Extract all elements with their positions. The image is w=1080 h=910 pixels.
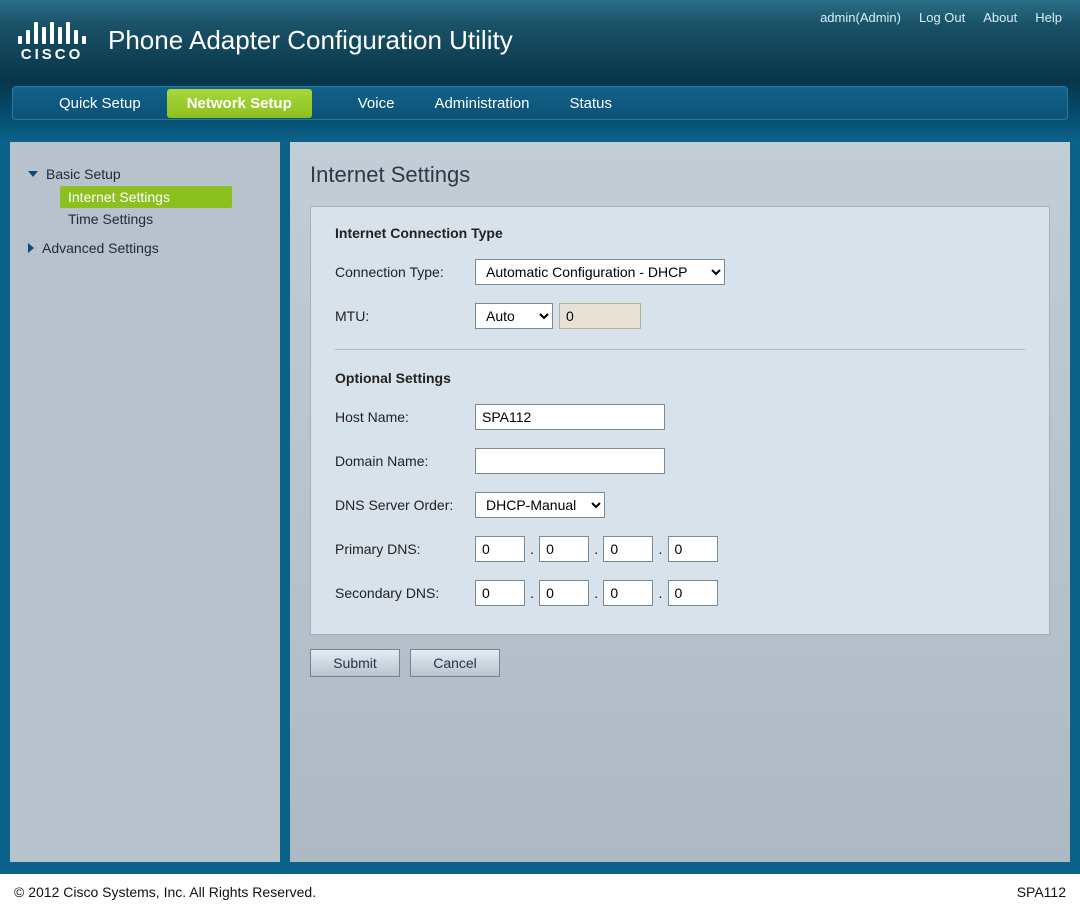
body-area: Basic Setup Internet Settings Time Setti… xyxy=(0,142,1080,872)
sidebar-item-label: Basic Setup xyxy=(46,166,121,182)
section-heading-optional: Optional Settings xyxy=(335,370,1025,386)
primary-dns-octet-1[interactable] xyxy=(475,536,525,562)
sidebar-item-internet-settings[interactable]: Internet Settings xyxy=(60,186,232,208)
help-link[interactable]: Help xyxy=(1035,10,1062,25)
top-links: admin(Admin) Log Out About Help xyxy=(820,10,1062,25)
divider xyxy=(335,349,1025,350)
button-row: Submit Cancel xyxy=(310,649,1050,677)
sidebar-item-advanced-settings[interactable]: Advanced Settings xyxy=(18,236,272,260)
section-heading-connection: Internet Connection Type xyxy=(335,225,1025,241)
primary-dns-label: Primary DNS: xyxy=(335,541,475,557)
footer-copyright: © 2012 Cisco Systems, Inc. All Rights Re… xyxy=(14,884,316,900)
primary-dns-octet-3[interactable] xyxy=(603,536,653,562)
secondary-dns-octet-4[interactable] xyxy=(668,580,718,606)
sidebar-item-time-settings[interactable]: Time Settings xyxy=(18,208,272,230)
settings-panel: Internet Connection Type Connection Type… xyxy=(310,206,1050,635)
ip-dot: . xyxy=(658,585,662,602)
footer-model: SPA112 xyxy=(1017,884,1066,900)
chevron-down-icon xyxy=(28,171,38,177)
footer: © 2012 Cisco Systems, Inc. All Rights Re… xyxy=(0,872,1080,910)
domain-name-input[interactable] xyxy=(475,448,665,474)
row-dns-order: DNS Server Order: DHCP-Manual xyxy=(335,492,1025,518)
row-connection-type: Connection Type: Automatic Configuration… xyxy=(335,259,1025,285)
row-host-name: Host Name: xyxy=(335,404,1025,430)
sidebar-item-basic-setup[interactable]: Basic Setup xyxy=(18,162,272,186)
connection-type-select[interactable]: Automatic Configuration - DHCP xyxy=(475,259,725,285)
connection-type-label: Connection Type: xyxy=(335,264,475,280)
host-name-input[interactable] xyxy=(475,404,665,430)
about-link[interactable]: About xyxy=(983,10,1017,25)
cisco-logo: CISCO xyxy=(18,18,86,63)
app-title: Phone Adapter Configuration Utility xyxy=(108,25,513,56)
dns-order-select[interactable]: DHCP-Manual xyxy=(475,492,605,518)
secondary-dns-label: Secondary DNS: xyxy=(335,585,475,601)
tab-network-setup[interactable]: Network Setup xyxy=(167,89,312,118)
sidebar: Basic Setup Internet Settings Time Setti… xyxy=(10,142,280,862)
row-domain-name: Domain Name: xyxy=(335,448,1025,474)
page-title: Internet Settings xyxy=(310,162,1050,188)
row-secondary-dns: Secondary DNS: . . . xyxy=(335,580,1025,606)
primary-dns-octet-2[interactable] xyxy=(539,536,589,562)
primary-dns-octet-4[interactable] xyxy=(668,536,718,562)
main-content: Internet Settings Internet Connection Ty… xyxy=(290,142,1070,862)
tab-quick-setup[interactable]: Quick Setup xyxy=(39,89,161,118)
domain-name-label: Domain Name: xyxy=(335,453,475,469)
tab-voice[interactable]: Voice xyxy=(338,89,415,118)
header: CISCO Phone Adapter Configuration Utilit… xyxy=(0,0,1080,80)
user-link[interactable]: admin(Admin) xyxy=(820,10,901,25)
nav-wrap: Quick Setup Network Setup Voice Administ… xyxy=(0,80,1080,142)
navbar: Quick Setup Network Setup Voice Administ… xyxy=(12,86,1068,120)
mtu-mode-select[interactable]: Auto xyxy=(475,303,553,329)
cisco-logo-icon xyxy=(18,18,86,44)
cisco-logo-text: CISCO xyxy=(21,46,84,63)
cancel-button[interactable]: Cancel xyxy=(410,649,500,677)
logout-link[interactable]: Log Out xyxy=(919,10,965,25)
chevron-right-icon xyxy=(28,243,34,253)
ip-dot: . xyxy=(530,585,534,602)
secondary-dns-octet-1[interactable] xyxy=(475,580,525,606)
tab-status[interactable]: Status xyxy=(549,89,632,118)
ip-dot: . xyxy=(658,541,662,558)
sidebar-item-label: Advanced Settings xyxy=(42,240,159,256)
ip-dot: . xyxy=(594,541,598,558)
mtu-label: MTU: xyxy=(335,308,475,324)
secondary-dns-octet-3[interactable] xyxy=(603,580,653,606)
row-mtu: MTU: Auto 0 xyxy=(335,303,1025,329)
secondary-dns-octet-2[interactable] xyxy=(539,580,589,606)
dns-order-label: DNS Server Order: xyxy=(335,497,475,513)
ip-dot: . xyxy=(594,585,598,602)
row-primary-dns: Primary DNS: . . . xyxy=(335,536,1025,562)
tab-administration[interactable]: Administration xyxy=(414,89,549,118)
host-name-label: Host Name: xyxy=(335,409,475,425)
submit-button[interactable]: Submit xyxy=(310,649,400,677)
mtu-value-field: 0 xyxy=(559,303,641,329)
ip-dot: . xyxy=(530,541,534,558)
